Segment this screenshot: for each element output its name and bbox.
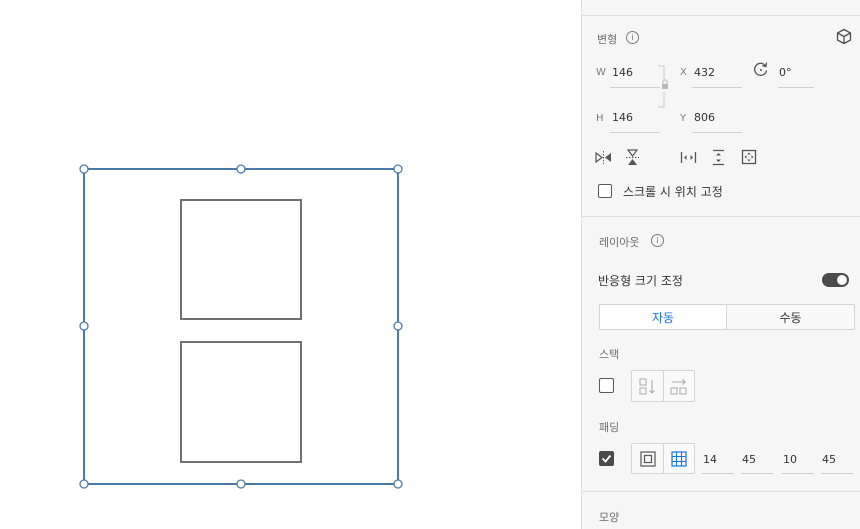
info-icon[interactable]: i bbox=[626, 31, 639, 44]
width-input[interactable]: 146 bbox=[612, 66, 633, 79]
single-padding-icon[interactable] bbox=[640, 451, 656, 467]
resize-handle-left bbox=[79, 321, 89, 331]
resize-handle-top-left bbox=[79, 164, 89, 174]
flip-horizontal-icon[interactable] bbox=[595, 150, 612, 165]
x-label: X bbox=[680, 67, 687, 78]
y-input[interactable]: 806 bbox=[694, 111, 715, 124]
design-canvas[interactable] bbox=[0, 0, 581, 529]
stack-label: 스택 bbox=[599, 348, 620, 361]
x-input[interactable]: 432 bbox=[694, 66, 715, 79]
height-label: H bbox=[596, 113, 604, 124]
stack-vertical-icon[interactable] bbox=[639, 378, 657, 395]
3d-box-icon[interactable] bbox=[836, 28, 852, 45]
divider bbox=[582, 15, 860, 16]
stack-horizontal-icon[interactable] bbox=[670, 378, 688, 395]
rotate-icon bbox=[753, 62, 768, 76]
padding-bottom-input[interactable]: 10 bbox=[783, 453, 797, 466]
padding-right-input[interactable]: 45 bbox=[742, 453, 756, 466]
resize-handle-right bbox=[393, 321, 403, 331]
divider bbox=[582, 491, 860, 492]
resize-handle-top bbox=[236, 164, 246, 174]
padding-mode-group bbox=[631, 443, 695, 474]
padding-left-input[interactable]: 45 bbox=[822, 453, 836, 466]
resize-mode-segmented-control: 자동 수동 bbox=[599, 304, 855, 330]
padding-checkbox[interactable] bbox=[599, 451, 614, 466]
rotation-input[interactable]: 0° bbox=[779, 66, 792, 79]
property-inspector: 변형 i W 146 H 146 X 432 Y 806 0° 스크롤 시 위치… bbox=[581, 0, 860, 529]
padding-label: 패딩 bbox=[599, 421, 620, 434]
height-input[interactable]: 146 bbox=[612, 111, 633, 124]
appearance-section-title: 모양 bbox=[599, 511, 620, 524]
stack-checkbox[interactable] bbox=[599, 378, 614, 393]
independent-padding-icon[interactable] bbox=[671, 451, 687, 467]
manual-mode-button[interactable]: 수동 bbox=[727, 305, 854, 329]
transform-section-title: 변형 bbox=[597, 33, 618, 46]
resize-handle-bottom-left bbox=[79, 479, 89, 489]
align-to-pixel-grid-icon[interactable] bbox=[741, 149, 757, 165]
y-label: Y bbox=[680, 113, 687, 124]
padding-top-input[interactable]: 14 bbox=[703, 453, 717, 466]
resize-handle-bottom bbox=[236, 479, 246, 489]
artboard-drawing bbox=[79, 164, 403, 489]
inner-rectangle-bottom bbox=[180, 341, 302, 463]
responsive-resize-toggle[interactable] bbox=[822, 273, 849, 287]
divider bbox=[582, 216, 860, 217]
resize-handle-bottom-right bbox=[393, 479, 403, 489]
width-label: W bbox=[596, 67, 606, 78]
aspect-lock-icon[interactable] bbox=[658, 64, 672, 110]
info-icon[interactable]: i bbox=[651, 234, 664, 247]
inner-rectangle-top bbox=[180, 199, 302, 320]
distribute-horizontal-icon[interactable] bbox=[680, 150, 697, 165]
group-selection-box bbox=[83, 168, 399, 485]
auto-mode-button[interactable]: 자동 bbox=[600, 305, 727, 329]
fix-position-on-scroll-label: 스크롤 시 위치 고정 bbox=[623, 185, 723, 199]
fix-position-on-scroll-checkbox[interactable] bbox=[598, 184, 612, 198]
stack-direction-group bbox=[631, 370, 695, 402]
flip-vertical-icon[interactable] bbox=[625, 149, 640, 166]
responsive-resize-label: 반응형 크기 조정 bbox=[598, 274, 683, 288]
layout-section-title: 레이아웃 bbox=[599, 236, 640, 249]
resize-handle-top-right bbox=[393, 164, 403, 174]
checkmark-icon bbox=[601, 454, 612, 463]
distribute-vertical-icon[interactable] bbox=[711, 149, 726, 166]
